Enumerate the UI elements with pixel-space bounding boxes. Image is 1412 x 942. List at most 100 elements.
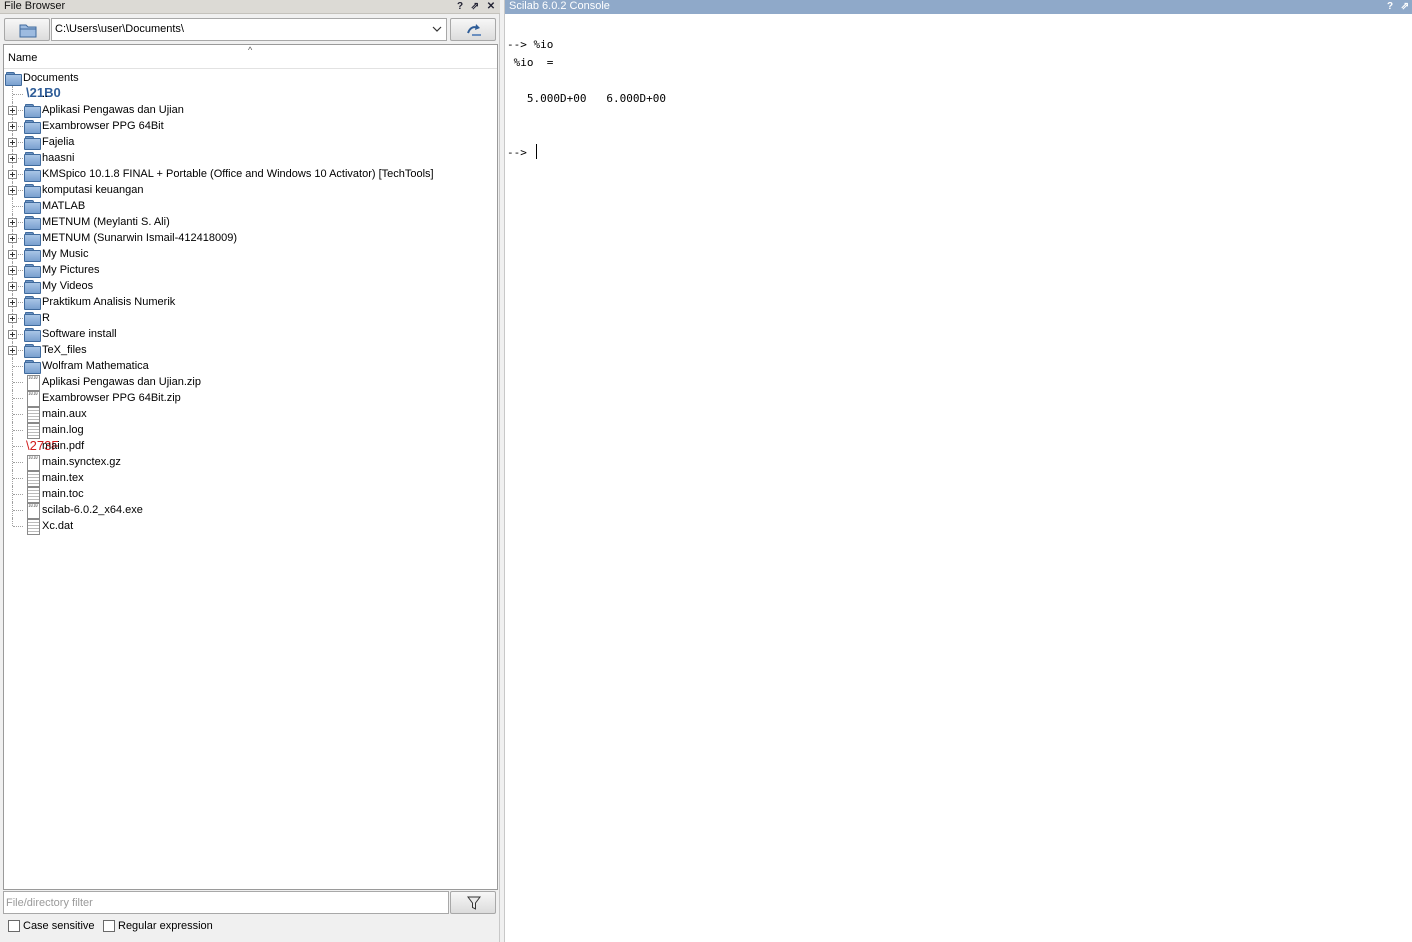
tree-item-label: main.synctex.gz <box>42 456 121 468</box>
binary-file-icon <box>24 375 40 391</box>
tree-item-label: .. <box>42 88 49 100</box>
tree-file-row[interactable]: scilab-6.0.2_x64.exe <box>4 502 497 519</box>
tree-file-row[interactable]: .. <box>4 85 497 102</box>
folder-icon <box>24 119 41 134</box>
console-output[interactable]: --> %io %io = 5.000D+00 6.000D+00 --> <box>507 36 1407 162</box>
tree-guide-line <box>13 430 23 431</box>
expand-plus-icon[interactable] <box>8 186 17 195</box>
sort-ascending-icon: ^ <box>248 45 253 55</box>
column-header-name[interactable]: Name ^ <box>4 45 497 69</box>
tree-item-label: MATLAB <box>42 200 86 212</box>
binary-file-icon <box>24 391 40 407</box>
apply-filter-button[interactable] <box>450 891 496 914</box>
file-filter-input[interactable] <box>3 891 449 914</box>
expand-plus-icon[interactable] <box>8 234 17 243</box>
path-combobox[interactable]: C:\Users\user\Documents\ <box>51 18 447 41</box>
expand-plus-icon[interactable] <box>8 266 17 275</box>
tree-root-documents[interactable]: Documents <box>4 70 497 86</box>
text-file-icon <box>24 519 40 535</box>
tree-folder-row[interactable]: MATLAB <box>4 198 497 214</box>
undock-icon[interactable]: ⇗ <box>1398 0 1412 14</box>
expand-plus-icon[interactable] <box>8 282 17 291</box>
text-file-icon <box>24 487 40 503</box>
tree-folder-row[interactable]: My Videos <box>4 278 497 294</box>
tree-item-label: Fajelia <box>42 136 75 148</box>
tree-item-label: My Pictures <box>42 264 100 276</box>
case-sensitive-checkbox[interactable] <box>8 920 20 932</box>
chevron-down-icon[interactable] <box>432 22 442 39</box>
file-browser-panel: File Browser ? ⇗ ✕ C:\Users\user\Documen… <box>0 0 500 942</box>
expand-plus-icon[interactable] <box>8 330 17 339</box>
tree-item-label: METNUM (Meylanti S. Ali) <box>42 216 170 228</box>
undock-icon[interactable]: ⇗ <box>468 0 482 14</box>
text-file-icon <box>24 407 40 423</box>
tree-folder-row[interactable]: Software install <box>4 326 497 342</box>
expand-plus-icon[interactable] <box>8 298 17 307</box>
expand-plus-icon[interactable] <box>8 218 17 227</box>
tree-folder-row[interactable]: Aplikasi Pengawas dan Ujian <box>4 102 497 118</box>
tree-folder-row[interactable]: My Music <box>4 246 497 262</box>
tree-folder-row[interactable]: My Pictures <box>4 262 497 278</box>
pdf-file-icon <box>24 438 59 453</box>
expand-plus-icon[interactable] <box>8 106 17 115</box>
tree-item-label: R <box>42 312 50 324</box>
tree-folder-row[interactable]: Exambrowser PPG 64Bit <box>4 118 497 134</box>
tree-folder-row[interactable]: METNUM (Meylanti S. Ali) <box>4 214 497 230</box>
tree-item-label: Aplikasi Pengawas dan Ujian <box>42 104 184 116</box>
case-sensitive-option[interactable]: Case sensitive <box>8 918 103 934</box>
tree-folder-row[interactable]: KMSpico 10.1.8 FINAL + Portable (Office … <box>4 166 497 182</box>
tree-folder-row[interactable]: TeX_files <box>4 342 497 358</box>
tree-file-row[interactable]: main.aux <box>4 406 497 423</box>
folder-icon <box>24 263 41 278</box>
tree-folder-row[interactable]: Fajelia <box>4 134 497 150</box>
filter-icon <box>467 896 481 910</box>
tree-folder-row[interactable]: METNUM (Sunarwin Ismail-412418009) <box>4 230 497 246</box>
tree-file-row[interactable]: main.tex <box>4 470 497 487</box>
tree-guide-line <box>13 526 23 527</box>
tree-file-row[interactable]: main.synctex.gz <box>4 454 497 471</box>
expand-plus-icon[interactable] <box>8 170 17 179</box>
console-prompt-line: --> <box>507 144 1407 162</box>
expand-plus-icon[interactable] <box>8 122 17 131</box>
tree-item-label: scilab-6.0.2_x64.exe <box>42 504 143 516</box>
regular-expression-option[interactable]: Regular expression <box>103 918 223 934</box>
tree-file-row[interactable]: Aplikasi Pengawas dan Ujian.zip <box>4 374 497 391</box>
expand-plus-icon[interactable] <box>8 314 17 323</box>
tree-root-label: Documents <box>23 72 79 84</box>
browse-folder-button[interactable] <box>4 18 50 41</box>
help-icon[interactable]: ? <box>453 0 467 14</box>
tree-folder-row[interactable]: Praktikum Analisis Numerik <box>4 294 497 310</box>
tree-file-row[interactable]: Xc.dat <box>4 518 497 535</box>
parent-directory-button[interactable] <box>450 18 496 41</box>
console-line-text: --> %io <box>507 38 554 51</box>
tree-item-label: KMSpico 10.1.8 FINAL + Portable (Office … <box>42 168 434 180</box>
tree-guide-line <box>13 366 23 367</box>
tree-file-row[interactable]: main.toc <box>4 486 497 503</box>
tree-folder-row[interactable]: komputasi keuangan <box>4 182 497 198</box>
tree-item-label: main.toc <box>42 488 84 500</box>
file-tree[interactable]: Name ^ Documents .. Aplikasi Pengawas dan… <box>3 44 498 890</box>
tree-file-row[interactable]: Exambrowser PPG 64Bit.zip <box>4 390 497 407</box>
tree-folder-row[interactable]: R <box>4 310 497 326</box>
help-icon[interactable]: ? <box>1383 0 1397 14</box>
expand-plus-icon[interactable] <box>8 154 17 163</box>
close-icon[interactable]: ✕ <box>484 0 498 14</box>
tree-file-row[interactable]: main.log <box>4 422 497 439</box>
folder-icon <box>19 24 37 38</box>
regular-expression-checkbox[interactable] <box>103 920 115 932</box>
tree-item-label: Praktikum Analisis Numerik <box>42 296 176 308</box>
tree-item-label: TeX_files <box>42 344 87 356</box>
expand-plus-icon[interactable] <box>8 138 17 147</box>
tree-folder-row[interactable]: haasni <box>4 150 497 166</box>
tree-file-row[interactable]: main.pdf <box>4 438 497 454</box>
console-panel[interactable]: Scilab 6.0.2 Console ? ⇗ --> %io %io = 5… <box>504 0 1412 942</box>
expand-plus-icon[interactable] <box>8 346 17 355</box>
file-browser-title: File Browser <box>4 0 66 12</box>
folder-icon <box>24 167 41 182</box>
tree-item-label: My Videos <box>42 280 94 292</box>
expand-plus-icon[interactable] <box>8 250 17 259</box>
folder-icon <box>24 231 41 246</box>
tree-folder-row[interactable]: Wolfram Mathematica <box>4 358 497 374</box>
